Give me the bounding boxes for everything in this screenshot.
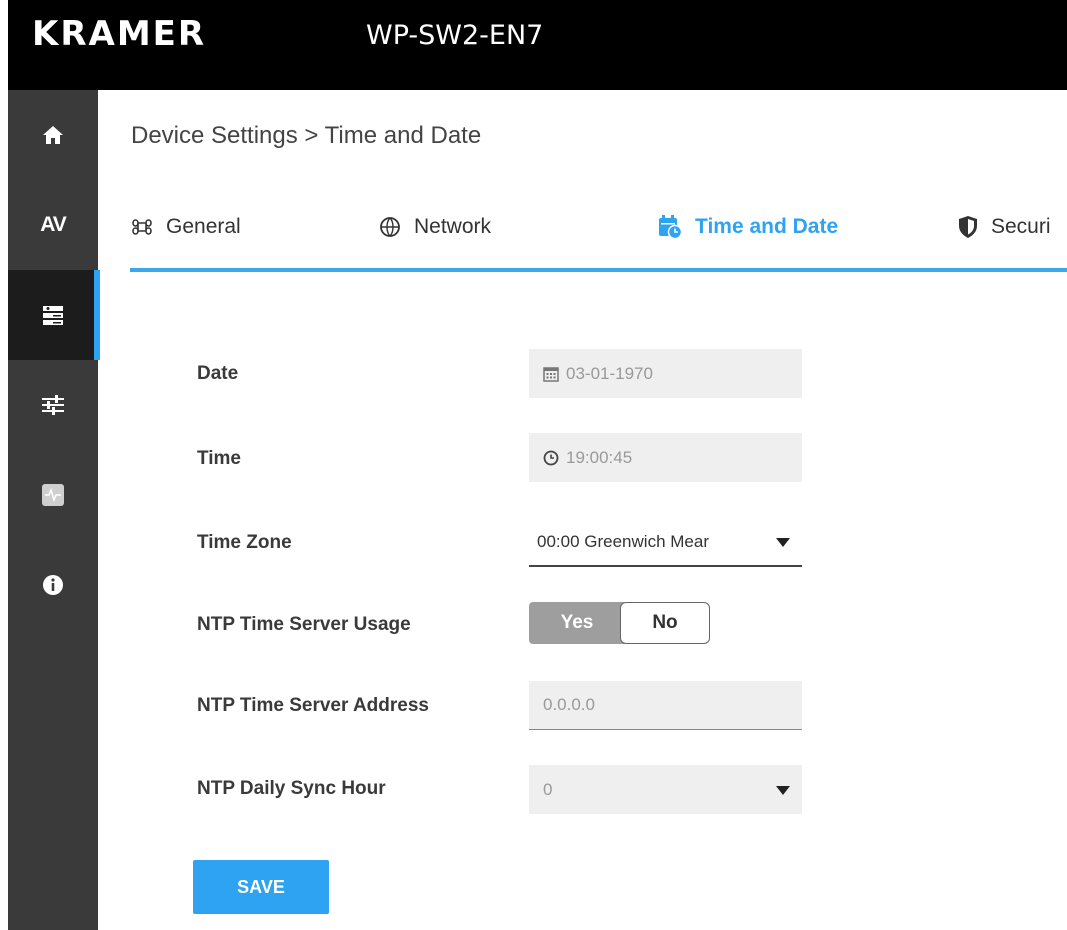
ntp-sync-hour-select[interactable]: 0	[529, 765, 802, 814]
sidebar-item-home[interactable]	[8, 90, 98, 180]
sidebar-item-info[interactable]	[8, 540, 98, 630]
sliders-icon	[42, 395, 64, 415]
calendar-clock-icon	[659, 215, 683, 240]
ntp-usage-label: NTP Time Server Usage	[197, 614, 411, 635]
sidebar: AV	[8, 90, 100, 930]
time-value: 19:00:45	[566, 447, 633, 467]
ntp-address-label: NTP Time Server Address	[197, 695, 429, 716]
time-zone-label: Time Zone	[197, 532, 292, 553]
breadcrumb: Device Settings > Time and Date	[131, 122, 482, 149]
home-icon	[43, 126, 63, 144]
sidebar-item-device-settings[interactable]	[8, 270, 100, 360]
tab-general-label: General	[166, 215, 241, 238]
tab-general[interactable]: General	[130, 205, 241, 249]
tab-time-and-date[interactable]: Time and Date	[657, 205, 838, 249]
time-field: 19:00:45	[529, 433, 802, 482]
chevron-down-icon	[776, 785, 790, 795]
sidebar-item-diagnostics[interactable]	[8, 450, 98, 540]
tab-security[interactable]: Securi	[957, 205, 1051, 249]
clock-icon	[543, 450, 559, 466]
ntp-sync-hour-label: NTP Daily Sync Hour	[197, 778, 386, 799]
device-settings-icon	[43, 306, 63, 325]
device-model: WP-SW2-EN7	[366, 20, 544, 51]
tab-security-label: Securi	[991, 215, 1051, 238]
ntp-address-input[interactable]: 0.0.0.0	[529, 681, 802, 730]
calendar-icon	[543, 366, 559, 382]
sidebar-item-controls[interactable]	[8, 360, 98, 450]
tab-time-and-date-label: Time and Date	[695, 215, 839, 238]
settings-tabs: General Network Time and Date Securi	[130, 205, 1067, 269]
active-tab-indicator	[130, 268, 1067, 272]
time-label: Time	[197, 448, 242, 469]
save-button[interactable]: SAVE	[193, 860, 329, 914]
network-icon	[380, 217, 400, 237]
ntp-address-value: 0.0.0.0	[543, 695, 595, 714]
time-zone-select[interactable]: 00:00 Greenwich Mear	[529, 518, 802, 567]
date-field: 03-01-1970	[529, 349, 802, 398]
sidebar-item-av[interactable]: AV	[8, 180, 98, 270]
brand-logo: KRAMER	[32, 14, 207, 54]
date-label: Date	[197, 363, 239, 384]
shield-icon	[959, 216, 977, 238]
ntp-usage-no-button[interactable]: No	[620, 602, 710, 644]
diagnostics-icon	[42, 484, 64, 506]
ntp-sync-hour-value: 0	[543, 779, 553, 799]
tab-network-label: Network	[414, 215, 492, 238]
time-zone-value: 00:00 Greenwich Mear	[537, 531, 709, 551]
av-icon: AV	[40, 213, 67, 236]
ntp-usage-yes-button[interactable]: Yes	[529, 602, 625, 644]
top-bar: KRAMER WP-SW2-EN7	[8, 0, 1067, 90]
ntp-usage-toggle[interactable]: Yes No	[529, 602, 710, 644]
info-icon	[43, 575, 63, 595]
general-icon	[132, 219, 152, 235]
date-value: 03-01-1970	[566, 363, 653, 383]
chevron-down-icon	[776, 537, 790, 547]
tab-network[interactable]: Network	[378, 205, 491, 249]
